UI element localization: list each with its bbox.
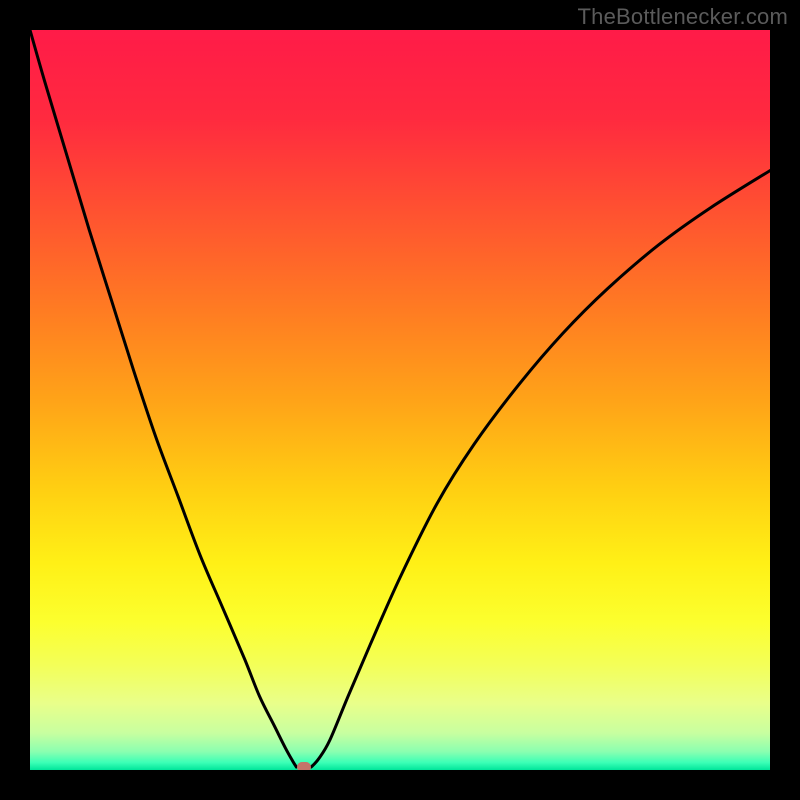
watermark-text: TheBottlenecker.com (578, 4, 788, 30)
bottleneck-curve (30, 30, 770, 770)
minimum-marker (297, 762, 311, 770)
plot-area (30, 30, 770, 770)
chart-stage: TheBottlenecker.com (0, 0, 800, 800)
